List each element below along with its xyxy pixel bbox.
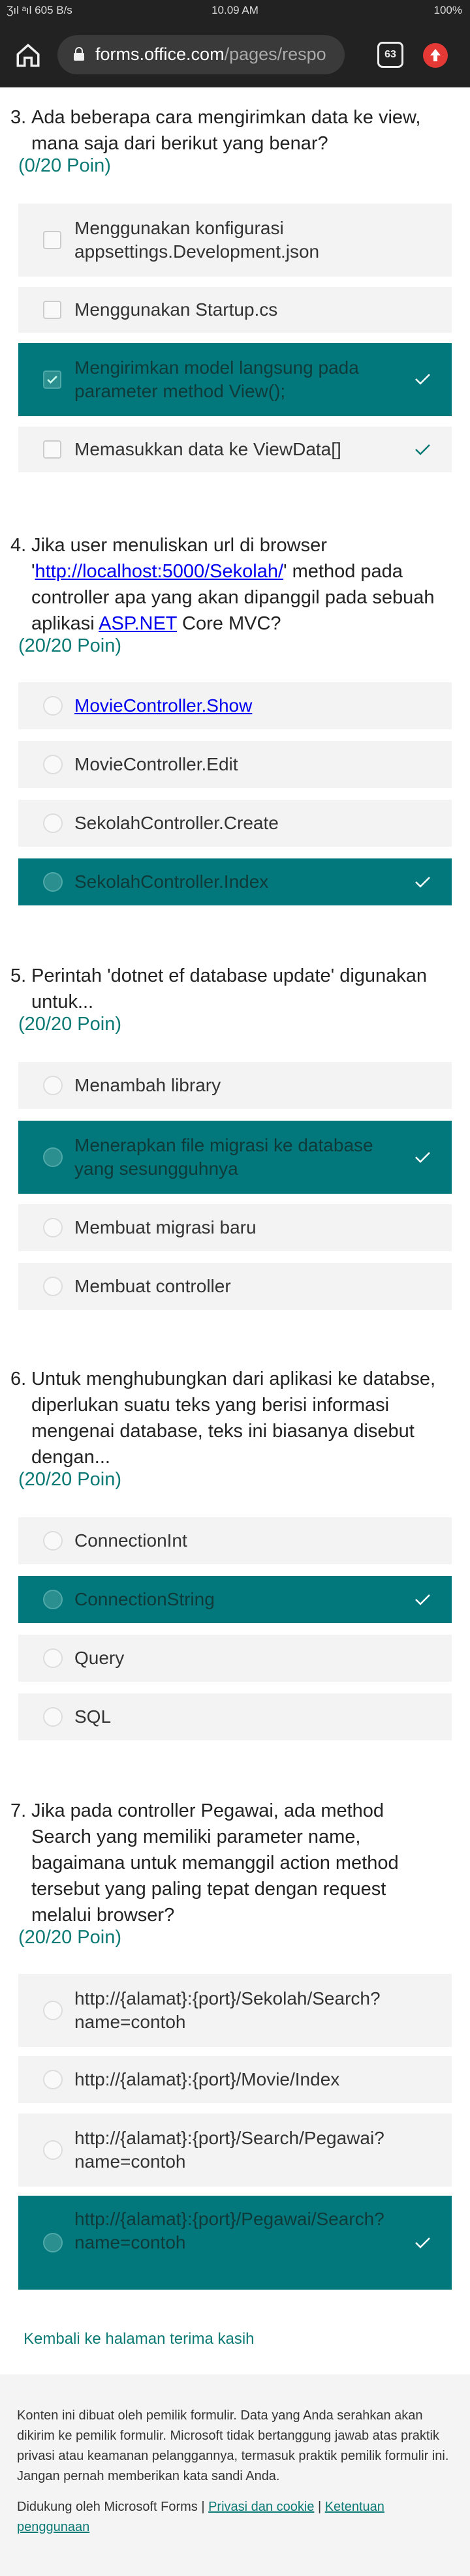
q6-option-1[interactable]: ConnectionInt [18, 1517, 452, 1564]
radio-button[interactable] [43, 696, 63, 716]
status-bar: Ʒıl ᵃıl 605 B/s 10.09 AM 100% [0, 0, 470, 22]
q7-option-3[interactable]: http://{alamat}:{port}/Search/Pegawai?na… [18, 2114, 452, 2187]
checkbox-checked[interactable] [43, 371, 61, 389]
question-6-score: (20/20 Poin) [18, 1469, 121, 1490]
question-7-score: (20/20 Poin) [18, 1927, 121, 1948]
checkbox[interactable] [43, 440, 61, 459]
tab-switcher-button[interactable]: 63 [377, 42, 403, 68]
q7-option-2[interactable]: http://{alamat}:{port}/Movie/Index [18, 2056, 452, 2103]
q6-option-2-selected[interactable]: ConnectionString [18, 1576, 452, 1623]
clock: 10.09 AM [212, 4, 258, 16]
address-bar[interactable]: forms.office.com/pages/respo [57, 35, 345, 74]
radio-button[interactable] [43, 2001, 63, 2020]
question-4-title: 4. Jika user menuliskan url di browser '… [10, 535, 435, 634]
q4-option-4-selected[interactable]: SekolahController.Index [18, 858, 452, 905]
radio-button[interactable] [43, 1218, 63, 1237]
question-5-score: (20/20 Poin) [18, 1014, 121, 1035]
check-icon [415, 1152, 430, 1163]
q4-option-1[interactable]: MovieController.Show [18, 682, 452, 729]
q3-option-2[interactable]: Menggunakan Startup.cs [18, 287, 452, 333]
question-6-title: 6. Untuk menghubungkan dari aplikasi ke … [10, 1369, 436, 1468]
powered-by: Didukung oleh Microsoft Forms | Privasi … [17, 2500, 384, 2534]
q3-option-3-selected[interactable]: Mengirimkan model langsung pada paramete… [18, 343, 452, 416]
check-icon [415, 877, 430, 888]
question-3-score: (0/20 Poin) [18, 155, 111, 176]
question-7-title: 7. Jika pada controller Pegawai, ada met… [10, 1800, 399, 1926]
radio-button-selected[interactable] [43, 872, 63, 892]
footer: Konten ini dibuat oleh pemilik formulir.… [0, 2374, 470, 2576]
check-icon [415, 444, 430, 455]
check-icon [415, 374, 430, 385]
radio-button[interactable] [43, 1531, 63, 1551]
q6-option-3[interactable]: Query [18, 1635, 452, 1682]
radio-button[interactable] [43, 2070, 63, 2089]
q4-option-2[interactable]: MovieController.Edit [18, 741, 452, 788]
q7-option-4-selected[interactable]: http://{alamat}:{port}/Pegawai/Search?na… [18, 2196, 452, 2290]
question-5-title: 5. Perintah 'dotnet ef database update' … [10, 965, 428, 1012]
url-text: forms.office.com/pages/respo [95, 44, 326, 64]
radio-button[interactable] [43, 1076, 63, 1095]
privacy-link[interactable]: Privasi dan cookie [208, 2500, 314, 2514]
q3-option-4[interactable]: Memasukkan data ke ViewData[] [18, 427, 452, 472]
disclaimer-text: Konten ini dibuat oleh pemilik formulir.… [17, 2408, 449, 2483]
radio-button[interactable] [43, 813, 63, 833]
question-link-url[interactable]: http://localhost:5000/Sekolah/ [35, 561, 283, 582]
q5-option-4[interactable]: Membuat controller [18, 1263, 452, 1310]
radio-button[interactable] [43, 2140, 63, 2160]
q6-option-4[interactable]: SQL [18, 1693, 452, 1740]
update-icon[interactable] [423, 43, 448, 68]
q4-option-3[interactable]: SekolahController.Create [18, 800, 452, 847]
question-3-title: 3. Ada beberapa cara mengirimkan data ke… [10, 107, 421, 154]
check-icon [415, 1594, 430, 1605]
q5-option-3[interactable]: Membuat migrasi baru [18, 1204, 452, 1251]
radio-button-selected[interactable] [43, 2233, 63, 2252]
question-4-score: (20/20 Poin) [18, 635, 121, 656]
back-to-thank-you-link[interactable]: Kembali ke halaman terima kasih [24, 2330, 255, 2348]
home-icon[interactable] [14, 42, 42, 69]
q5-option-2-selected[interactable]: Menerapkan file migrasi ke database yang… [18, 1121, 452, 1194]
q7-option-1[interactable]: http://{alamat}:{port}/Sekolah/Search?na… [18, 1974, 452, 2047]
radio-button-selected[interactable] [43, 1147, 63, 1167]
aspnet-link[interactable]: ASP.NET [99, 613, 177, 634]
checkbox[interactable] [43, 231, 61, 249]
battery-level: 100% [433, 4, 462, 16]
radio-button[interactable] [43, 1707, 63, 1727]
q5-option-1[interactable]: Menambah library [18, 1062, 452, 1109]
checkbox[interactable] [43, 301, 61, 319]
lock-icon [74, 47, 84, 61]
q3-option-1[interactable]: Menggunakan konfigurasi appsettings.Deve… [18, 204, 452, 277]
movie-show-link[interactable]: MovieController.Show [74, 695, 252, 716]
radio-button[interactable] [43, 1277, 63, 1296]
radio-button-selected[interactable] [43, 1590, 63, 1609]
browser-toolbar: forms.office.com/pages/respo 63 [0, 22, 470, 87]
radio-button[interactable] [43, 755, 63, 774]
radio-button[interactable] [43, 1648, 63, 1668]
check-icon [415, 2237, 430, 2249]
